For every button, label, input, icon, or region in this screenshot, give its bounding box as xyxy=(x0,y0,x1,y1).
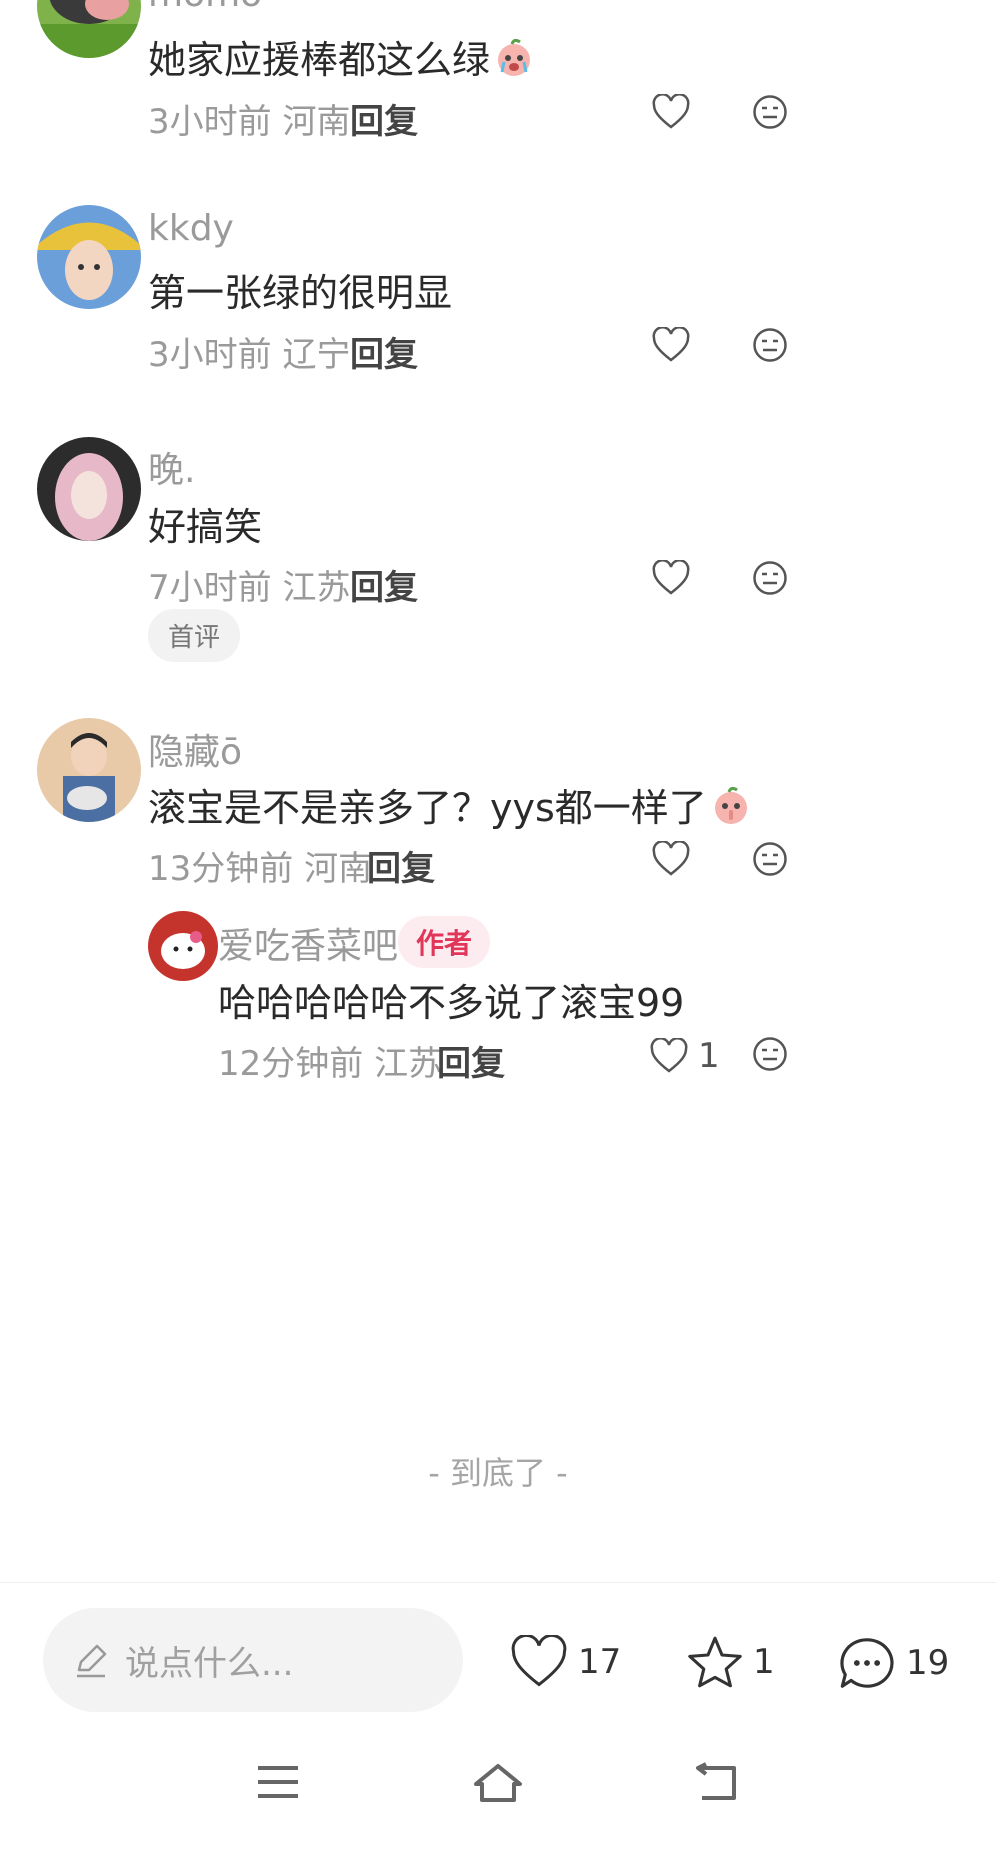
like-button[interactable] xyxy=(652,327,690,363)
avatar[interactable] xyxy=(37,0,141,58)
like-button[interactable] xyxy=(652,94,690,130)
comment-location: 辽宁 xyxy=(282,335,351,375)
comment-meta: 3小时前 河南 xyxy=(148,94,350,143)
like-button[interactable]: 1 xyxy=(650,1036,720,1076)
first-comment-badge: 首评 xyxy=(148,609,241,662)
avatar[interactable] xyxy=(37,205,141,309)
comment-time: 13分钟前 xyxy=(148,849,294,889)
favorite-action[interactable]: 1 xyxy=(687,1635,775,1689)
like-action[interactable]: 17 xyxy=(510,1635,621,1689)
shushing-peach-emoji xyxy=(711,786,751,835)
system-nav-bar xyxy=(0,1762,996,1842)
like-count: 17 xyxy=(578,1642,622,1682)
comment-location: 江苏 xyxy=(282,568,351,608)
comment-time: 3小时前 xyxy=(148,335,272,375)
comment-location: 河南 xyxy=(282,102,351,142)
reply-time: 12分钟前 xyxy=(218,1044,364,1084)
neutral-face-icon xyxy=(753,95,787,129)
neutral-face-icon xyxy=(753,561,787,595)
back-icon xyxy=(696,1762,736,1800)
reply-content: 哈哈哈哈哈不多说了滚宝99 xyxy=(218,981,685,1025)
heart-icon xyxy=(511,1635,567,1687)
menu-icon xyxy=(258,1766,298,1798)
comment-time: 3小时前 xyxy=(148,102,272,142)
neutral-face-icon xyxy=(753,1037,787,1071)
reply-username[interactable]: 爱吃香菜吧 xyxy=(218,917,398,969)
reply-button[interactable]: 回复 xyxy=(350,94,418,143)
chat-bubble-icon xyxy=(840,1638,894,1688)
neutral-face-icon xyxy=(753,328,787,362)
comment-content: 滚宝是不是亲多了？yys都一样了 xyxy=(148,777,751,835)
comment-text: 滚宝是不是亲多了？yys都一样了 xyxy=(148,786,707,830)
dislike-button[interactable] xyxy=(752,560,788,600)
heart-icon xyxy=(652,841,690,876)
like-button[interactable] xyxy=(652,560,690,596)
like-button[interactable] xyxy=(652,841,690,877)
comment-meta: 13分钟前 河南 xyxy=(148,841,372,890)
comment-location: 河南 xyxy=(304,849,373,889)
reply-button[interactable]: 回复 xyxy=(350,327,418,376)
comment-count: 19 xyxy=(906,1643,950,1683)
pencil-icon xyxy=(71,1640,111,1680)
comment-username[interactable]: kkdy xyxy=(148,208,234,249)
menu-button[interactable] xyxy=(256,1762,300,1806)
home-icon xyxy=(474,1764,522,1802)
comment-content: 好搞笑 xyxy=(148,505,263,549)
dislike-button[interactable] xyxy=(752,841,788,881)
dislike-button[interactable] xyxy=(752,94,788,134)
comment-text: 她家应援棒都这么绿 xyxy=(148,38,491,82)
star-count: 1 xyxy=(753,1642,775,1682)
heart-icon xyxy=(652,94,690,129)
comment-meta: 7小时前 江苏 xyxy=(148,560,350,609)
reply-button[interactable]: 回复 xyxy=(437,1036,505,1085)
neutral-face-icon xyxy=(753,842,787,876)
comment-username[interactable]: 晚. xyxy=(148,441,195,493)
comment-content: 第一张绿的很明显 xyxy=(148,271,453,315)
comment-username[interactable]: momo xyxy=(148,0,262,15)
avatar[interactable] xyxy=(37,718,141,822)
comment-input[interactable]: 说点什么... xyxy=(43,1608,463,1712)
reply-button[interactable]: 回复 xyxy=(350,560,418,609)
reply-button[interactable]: 回复 xyxy=(367,841,435,890)
reply-meta: 12分钟前 江苏 xyxy=(218,1036,442,1085)
comment-meta: 3小时前 辽宁 xyxy=(148,327,350,376)
end-of-list-text: - 到底了 - xyxy=(428,1454,568,1492)
home-button[interactable] xyxy=(472,1762,524,1808)
reply-location: 江苏 xyxy=(374,1044,443,1084)
comment-content: 她家应援棒都这么绿 xyxy=(148,29,534,87)
crying-peach-emoji xyxy=(494,38,534,87)
heart-icon xyxy=(650,1038,688,1073)
author-badge: 作者 xyxy=(398,916,491,968)
bottom-action-bar: 说点什么... 17 1 19 xyxy=(0,1582,996,1733)
dislike-button[interactable] xyxy=(752,1036,788,1076)
comment-time: 7小时前 xyxy=(148,568,272,608)
avatar[interactable] xyxy=(37,437,141,541)
comment-username[interactable]: 隐藏ō xyxy=(148,723,242,775)
input-placeholder: 说点什么... xyxy=(125,1643,294,1684)
back-button[interactable] xyxy=(692,1762,740,1808)
star-icon xyxy=(688,1636,742,1688)
avatar[interactable] xyxy=(148,911,218,981)
dislike-button[interactable] xyxy=(752,327,788,367)
heart-icon xyxy=(652,560,690,595)
heart-icon xyxy=(652,327,690,362)
comment-action[interactable]: 19 xyxy=(838,1635,949,1691)
like-count: 1 xyxy=(698,1036,720,1076)
